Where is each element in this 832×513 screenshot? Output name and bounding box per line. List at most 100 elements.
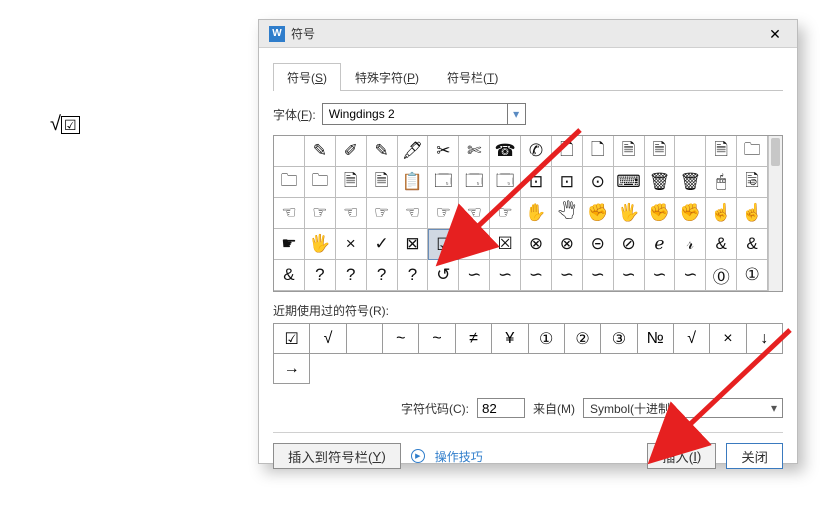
symbol-cell[interactable]: ☞	[305, 198, 336, 229]
symbol-cell[interactable]	[274, 136, 305, 167]
symbol-cell[interactable]: ×	[336, 229, 367, 260]
symbol-cell[interactable]: ⊡	[552, 167, 583, 198]
recent-symbol-cell[interactable]: ≠	[456, 324, 492, 354]
chevron-down-icon[interactable]: ▾	[507, 104, 525, 124]
symbol-cell[interactable]: 🗑	[675, 167, 706, 198]
symbol-cell[interactable]: ☞	[367, 198, 398, 229]
symbol-cell[interactable]: ☎	[490, 136, 521, 167]
symbol-cell[interactable]: 🗎	[706, 136, 737, 167]
symbol-cell[interactable]: ℯ	[645, 229, 676, 260]
symbol-cell[interactable]: ☜	[336, 198, 367, 229]
tab-symbol-bar[interactable]: 符号栏(T)	[433, 63, 512, 91]
recent-symbol-cell[interactable]: ②	[565, 324, 601, 354]
symbol-cell[interactable]: ☑	[428, 229, 459, 260]
chevron-down-icon[interactable]: ▾	[766, 401, 782, 415]
symbol-cell[interactable]: ∽	[675, 260, 706, 291]
symbol-cell[interactable]: ∽	[614, 260, 645, 291]
symbol-cell[interactable]: ✓	[367, 229, 398, 260]
symbol-cell[interactable]: ✊	[675, 198, 706, 229]
symbol-cell[interactable]: 🗀	[737, 136, 768, 167]
symbol-cell[interactable]: ✐	[336, 136, 367, 167]
close-button[interactable]: 关闭	[726, 443, 783, 469]
symbol-cell[interactable]: 🗔	[459, 167, 490, 198]
font-input[interactable]	[323, 104, 507, 124]
symbol-cell[interactable]: ✊	[645, 198, 676, 229]
symbol-cell[interactable]	[675, 136, 706, 167]
recent-symbol-cell[interactable]: ☑	[274, 324, 310, 354]
recent-symbol-cell[interactable]: ①	[529, 324, 565, 354]
insert-button[interactable]: 插入(I)	[647, 443, 716, 469]
recent-symbol-cell[interactable]: √	[674, 324, 710, 354]
tab-symbols[interactable]: 符号(S)	[273, 63, 341, 91]
symbol-cell[interactable]: ☝	[706, 198, 737, 229]
symbol-cell[interactable]: 🗀	[305, 167, 336, 198]
tab-special-chars[interactable]: 特殊字符(P)	[341, 63, 433, 91]
font-combo[interactable]: ▾	[322, 103, 526, 125]
symbol-cell[interactable]: ⓪	[706, 260, 737, 291]
recent-symbol-cell[interactable]: ③	[601, 324, 637, 354]
symbol-cell[interactable]: ↺	[428, 260, 459, 291]
symbol-cell[interactable]: &	[737, 229, 768, 260]
symbol-cell[interactable]: ①	[737, 260, 768, 291]
recent-symbol-cell[interactable]: ~	[383, 324, 419, 354]
scrollbar-thumb[interactable]	[771, 138, 780, 166]
symbol-cell[interactable]: 🗔	[428, 167, 459, 198]
symbol-cell[interactable]: ✂	[428, 136, 459, 167]
recent-symbol-cell[interactable]: √	[310, 324, 346, 354]
symbol-cell[interactable]: ∽	[583, 260, 614, 291]
symbol-cell[interactable]: ⊗	[552, 229, 583, 260]
recent-symbol-cell[interactable]: ×	[710, 324, 746, 354]
symbol-cell[interactable]: ☞	[428, 198, 459, 229]
symbol-cell[interactable]: ☜	[459, 198, 490, 229]
symbol-cell[interactable]: 🖐	[305, 229, 336, 260]
symbol-cell[interactable]: ✋	[521, 198, 552, 229]
symbol-cell[interactable]: ☒	[459, 229, 490, 260]
symbol-cell[interactable]: ⊗	[521, 229, 552, 260]
symbol-cell[interactable]: ☜	[398, 198, 429, 229]
symbol-cell[interactable]: ☜	[274, 198, 305, 229]
recent-symbol-cell[interactable]	[347, 324, 383, 354]
recent-symbol-cell[interactable]: ↓	[747, 324, 783, 354]
symbol-cell[interactable]: 🗑	[645, 167, 676, 198]
recent-symbol-cell[interactable]: №	[638, 324, 674, 354]
symbol-cell[interactable]: 𝓇	[675, 229, 706, 260]
symbol-cell[interactable]: ∽	[459, 260, 490, 291]
symbol-cell[interactable]: ✆	[521, 136, 552, 167]
symbol-cell[interactable]: ☒	[490, 229, 521, 260]
symbol-cell[interactable]: 🗎	[645, 136, 676, 167]
symbol-cell[interactable]: 🖋	[398, 136, 429, 167]
close-icon[interactable]: ✕	[757, 20, 793, 48]
recent-symbol-cell[interactable]: →	[274, 354, 310, 384]
symbol-cell[interactable]: 🖐	[614, 198, 645, 229]
symbol-cell[interactable]: ?	[367, 260, 398, 291]
recent-symbol-cell[interactable]: ¥	[492, 324, 528, 354]
symbol-cell[interactable]: ∽	[521, 260, 552, 291]
symbol-cell[interactable]: &	[706, 229, 737, 260]
symbol-cell[interactable]: ⊝	[583, 229, 614, 260]
tips-link[interactable]: 操作技巧	[435, 448, 483, 465]
symbol-cell[interactable]: ☞	[490, 198, 521, 229]
symbol-cell[interactable]: ⌨	[614, 167, 645, 198]
symbol-cell[interactable]: 🗀	[274, 167, 305, 198]
symbol-cell[interactable]: 🖑	[552, 198, 583, 229]
symbol-cell[interactable]: ✎	[367, 136, 398, 167]
symbol-cell[interactable]: ☝	[737, 198, 768, 229]
symbol-cell[interactable]: 🗎	[614, 136, 645, 167]
symbol-cell[interactable]: 🗋	[583, 136, 614, 167]
symbol-cell[interactable]: 🗟	[737, 167, 768, 198]
help-icon[interactable]	[411, 449, 425, 463]
symbol-cell[interactable]: 🗎	[336, 167, 367, 198]
symbol-cell[interactable]: 🗎	[367, 167, 398, 198]
symbol-cell[interactable]: ⊙	[583, 167, 614, 198]
char-code-input[interactable]	[477, 398, 525, 418]
symbol-cell[interactable]: 📋	[398, 167, 429, 198]
symbol-cell[interactable]: ✎	[305, 136, 336, 167]
symbol-cell[interactable]: ✊	[583, 198, 614, 229]
symbol-cell[interactable]: 🖱	[706, 167, 737, 198]
symbol-cell[interactable]: ?	[398, 260, 429, 291]
scrollbar[interactable]	[768, 136, 782, 291]
recent-symbol-cell[interactable]: ~	[419, 324, 455, 354]
insert-to-toolbar-button[interactable]: 插入到符号栏(Y)	[273, 443, 401, 469]
symbol-cell[interactable]: ?	[336, 260, 367, 291]
symbol-cell[interactable]: ⊠	[398, 229, 429, 260]
